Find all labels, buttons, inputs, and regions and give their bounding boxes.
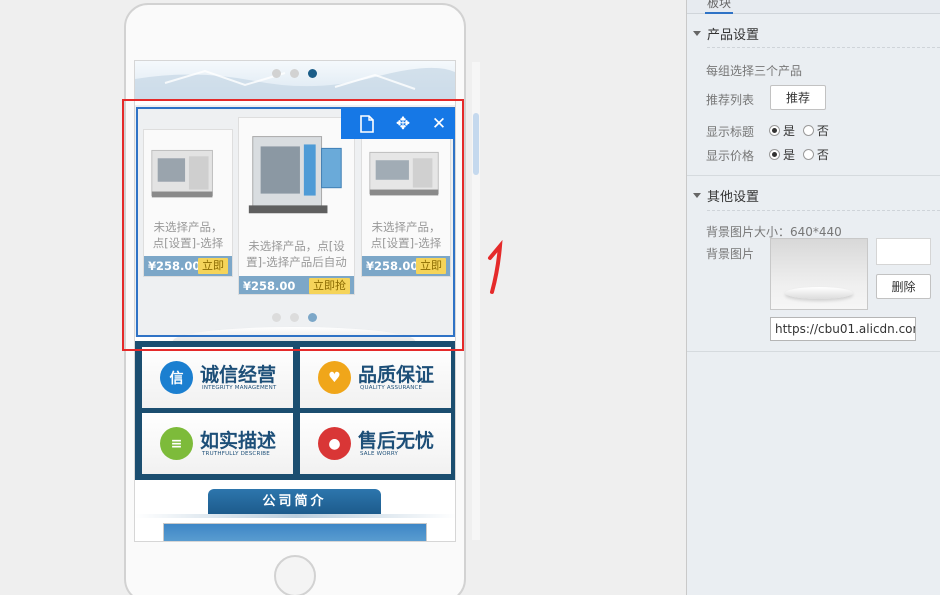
show-price-no-radio[interactable] [802,149,814,160]
recommend-list-label: 推荐列表 [706,93,755,107]
section-divider [707,210,940,211]
section-divider [707,47,940,48]
user-icon: ● [318,427,351,460]
feature-integrity[interactable]: 信 诚信经营 INTEGRITY MANAGEMENT [142,347,293,408]
feature-after-sale[interactable]: ● 售后无忧 SALE WORRY [300,413,451,474]
feature-subtitle: QUALITY ASSURANCE [360,385,423,391]
delete-button[interactable]: 删除 [876,274,931,299]
copy-icon[interactable] [351,108,383,139]
feature-subtitle: TRUTHFULLY DESCRIBE [202,451,270,457]
feature-title: 售后无忧 [358,430,435,452]
move-icon[interactable]: ✥ [387,108,419,139]
radio-label-no: 否 [816,148,829,162]
feature-describe[interactable]: ≡ 如实描述 TRUTHFULLY DESCRIBE [142,413,293,474]
per-group-hint: 每组选择三个产品 [706,64,803,78]
show-price-yes-radio[interactable] [769,149,780,160]
radio-label-yes: 是 [783,124,796,138]
heart-icon: ♥ [318,361,351,394]
banner-dot-2[interactable] [290,69,299,78]
radio-label-yes: 是 [783,148,796,162]
feature-subtitle: INTEGRITY MANAGEMENT [202,385,277,391]
radio-label-no: 否 [816,124,829,138]
preview-scrollbar-thumb[interactable] [473,113,479,175]
bg-image-url-input[interactable]: https://cbu01.alicdn.com/ [770,317,916,341]
banner-dot-1[interactable] [272,69,281,78]
show-price-radio-group: 是 否 [769,146,833,163]
banner-decoration [135,67,455,101]
caret-down-icon [693,193,701,198]
module-toolbar: ✥ ✕ [341,108,455,139]
banner-dot-3[interactable] [308,69,317,78]
bg-color-swatch[interactable] [876,238,931,265]
feature-title: 诚信经营 [200,364,277,386]
phone-screen: 未选择产品，点[设置]-选择 ¥258.00 立即 未选择产品，点[设置]-选择… [134,60,456,542]
integrity-icon: 信 [160,361,193,394]
section-separator [687,175,940,176]
about-section-title: 公司简介 [208,489,381,515]
about-image [163,523,427,541]
caret-down-icon [693,31,701,36]
show-title-no-radio[interactable] [802,125,814,136]
feature-quality[interactable]: ♥ 品质保证 QUALITY ASSURANCE [300,347,451,408]
banner-image [135,61,455,101]
panel-tabbar: 板块 [687,0,940,14]
other-settings-header[interactable]: 其他设置 [693,186,759,205]
tab-block[interactable]: 板块 [707,0,731,11]
section-title: 产品设置 [707,28,760,43]
show-title-yes-radio[interactable] [769,125,780,136]
feature-subtitle: SALE WORRY [360,451,399,457]
about-divider [135,514,455,518]
show-price-label: 显示价格 [706,149,755,163]
module-selection-outline [136,107,455,337]
tab-underline [705,12,733,14]
home-button [274,555,316,595]
bg-image-thumbnail[interactable] [770,238,868,310]
features-grid: 信 诚信经营 INTEGRITY MANAGEMENT ♥ 品质保证 QUALI… [135,341,455,480]
thumbnail-stage [785,287,853,299]
product-settings-header[interactable]: 产品设置 [693,24,759,43]
section-separator [687,351,940,352]
section-title: 其他设置 [707,190,760,205]
recommend-button[interactable]: 推荐 [770,85,826,110]
settings-panel: 板块 产品设置 每组选择三个产品 推荐列表 推荐 显示标题 是 否 显示价格 是… [687,0,940,595]
close-icon[interactable]: ✕ [423,108,455,139]
show-title-label: 显示标题 [706,125,755,139]
feature-title: 品质保证 [358,364,435,386]
document-icon: ≡ [160,427,193,460]
feature-title: 如实描述 [200,430,277,452]
show-title-radio-group: 是 否 [769,122,833,139]
annotation-mark-1 [488,239,503,294]
bg-image-label: 背景图片 [706,247,755,261]
